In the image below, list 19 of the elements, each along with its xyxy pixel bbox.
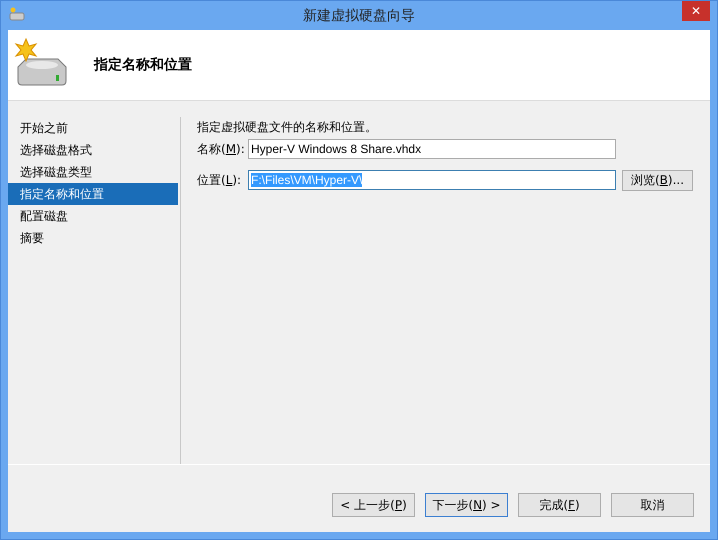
instruction-text: 指定虚拟硬盘文件的名称和位置。 bbox=[197, 119, 378, 135]
browse-button[interactable]: 浏览(B)... bbox=[622, 170, 693, 190]
step-item[interactable]: 选择磁盘格式 bbox=[8, 139, 178, 161]
wizard-button[interactable]: 完成(F) bbox=[518, 493, 601, 517]
step-item[interactable]: 开始之前 bbox=[8, 117, 178, 139]
step-item[interactable]: 指定名称和位置 bbox=[8, 183, 178, 205]
input-field[interactable]: Hyper-V Windows 8 Share.vhdx bbox=[248, 139, 616, 159]
page-heading: 指定名称和位置 bbox=[94, 56, 192, 74]
wizard-button[interactable]: 取消 bbox=[611, 493, 694, 517]
field-label: 名称(M): bbox=[197, 140, 246, 158]
step-item[interactable]: 摘要 bbox=[8, 227, 178, 249]
step-item[interactable]: 选择磁盘类型 bbox=[8, 161, 178, 183]
disk-icon bbox=[9, 7, 25, 21]
window-title: 新建虚拟硬盘向导 bbox=[303, 6, 415, 24]
field-label: 位置(L): bbox=[197, 172, 242, 188]
wizard-button[interactable]: 下一步(N) > bbox=[425, 493, 508, 517]
wizard-button[interactable]: < 上一步(P) bbox=[332, 493, 415, 517]
close-button[interactable]: ✕ bbox=[682, 1, 710, 21]
step-item[interactable]: 配置磁盘 bbox=[8, 205, 178, 227]
